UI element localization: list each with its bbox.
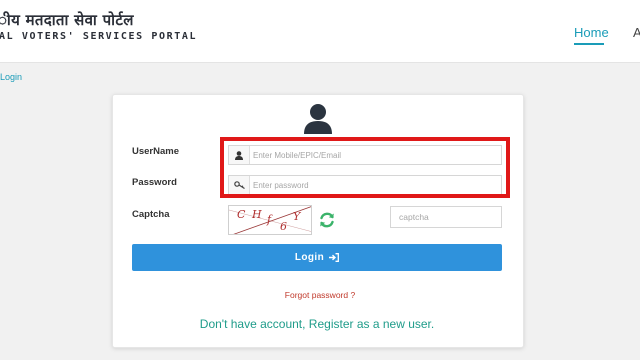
nav-active-indicator xyxy=(574,43,604,45)
captcha-char: Y xyxy=(293,210,301,223)
captcha-char: H xyxy=(252,208,262,221)
nav-home-link[interactable]: Home xyxy=(574,25,609,40)
captcha-char: C xyxy=(237,208,246,221)
register-row: Don't have account, Register as a new us… xyxy=(0,315,634,333)
portal-title-hindi: ीय मतदाता सेवा पोर्टल xyxy=(0,11,134,29)
forgot-password-row: Forgot password ? xyxy=(0,285,640,303)
forgot-password-link[interactable]: Forgot password ? xyxy=(285,290,355,300)
captcha-char: f xyxy=(267,213,272,226)
portal-title-english: AL VOTERS' SERVICES PORTAL xyxy=(0,31,198,42)
username-label: UserName xyxy=(132,146,179,157)
refresh-icon[interactable] xyxy=(318,211,336,229)
captcha-label: Captcha xyxy=(132,209,170,220)
captcha-char: 6 xyxy=(280,220,287,233)
login-button[interactable]: Login xyxy=(132,244,502,271)
user-avatar-icon xyxy=(304,104,332,134)
breadcrumb-login[interactable]: Login xyxy=(0,72,22,82)
sign-in-icon xyxy=(329,253,340,262)
credentials-highlight-box xyxy=(220,137,510,198)
password-label: Password xyxy=(132,177,177,188)
login-button-label: Login xyxy=(294,252,325,263)
captcha-image: C H f 6 Y xyxy=(228,205,312,235)
header-bar: ीय मतदाता सेवा पोर्टल AL VOTERS' SERVICE… xyxy=(0,0,640,63)
captcha-field[interactable] xyxy=(390,206,502,228)
captcha-input[interactable] xyxy=(399,210,495,224)
register-link[interactable]: Don't have account, Register as a new us… xyxy=(200,317,434,331)
nav-item-partial[interactable]: A xyxy=(633,25,640,40)
